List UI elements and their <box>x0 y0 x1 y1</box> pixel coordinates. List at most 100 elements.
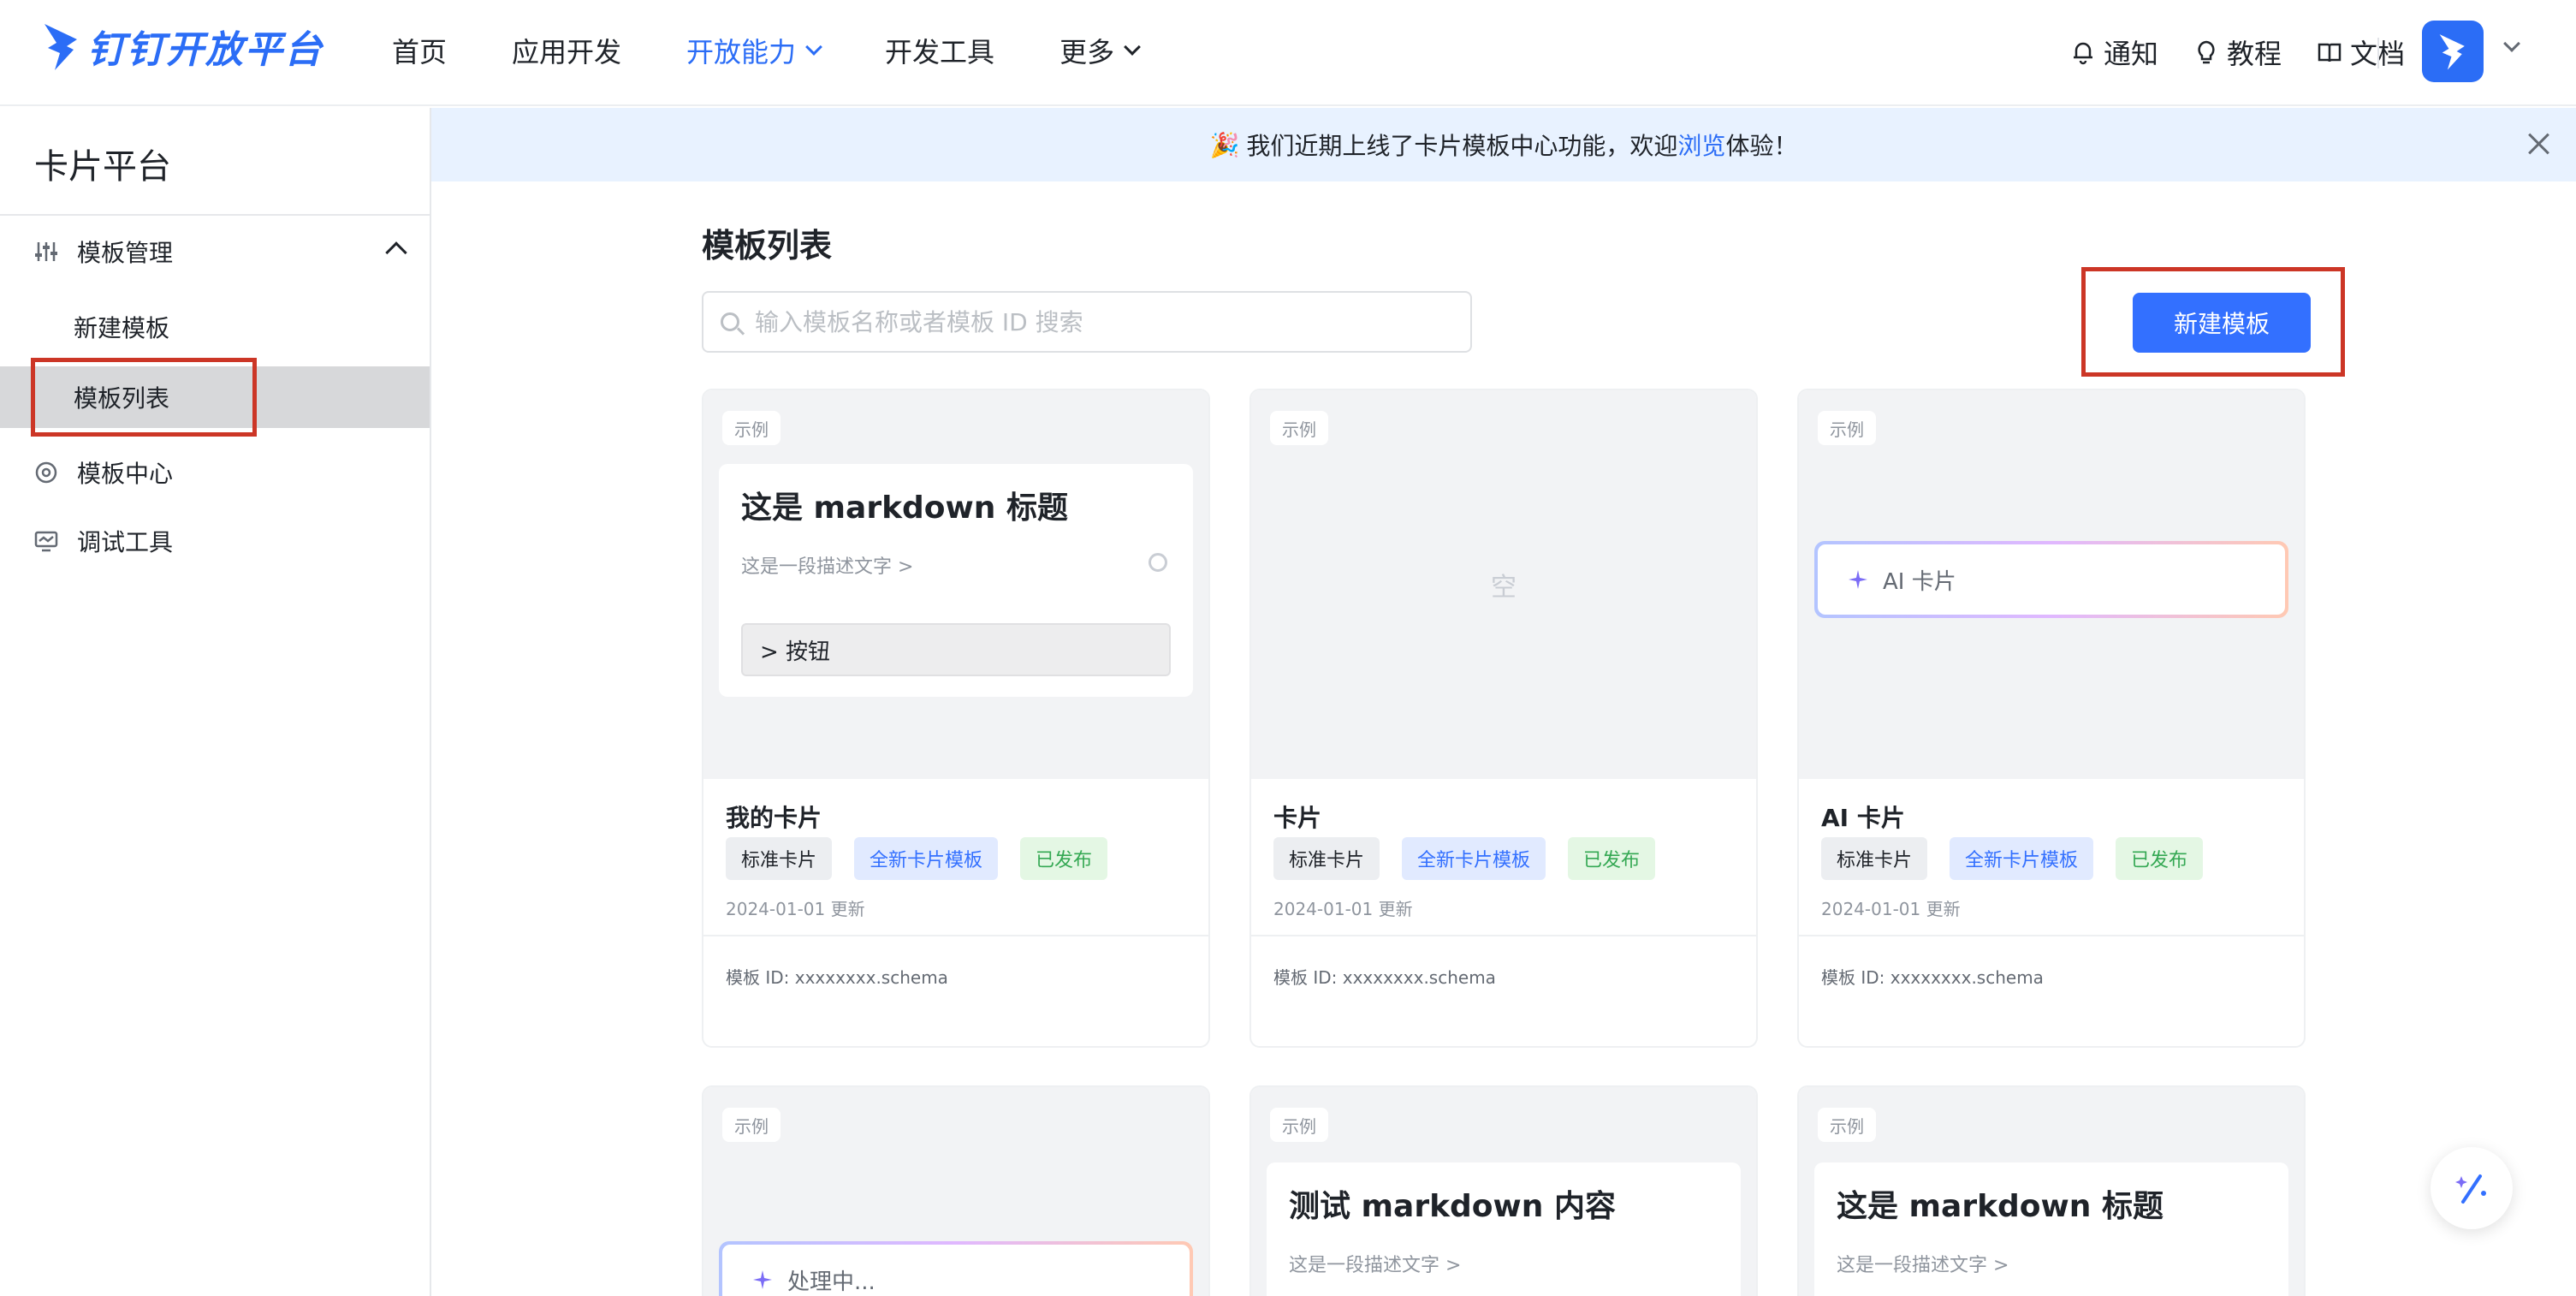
search-box[interactable] <box>702 291 1472 353</box>
preview-title: 测试 markdown 内容 <box>1289 1189 1616 1224</box>
sidebar: 卡片平台 模板管理 新建模板 模板列表 模板中心 调试工具 <box>0 108 431 1296</box>
badge-version: 全新卡片模板 <box>1402 837 1546 880</box>
badge-status: 已发布 <box>2116 837 2204 880</box>
ai-bar-label: 处理中... <box>787 1269 875 1295</box>
card-preview: 示例 空 <box>1251 390 1756 779</box>
sidebar-item-debug-tools[interactable]: 调试工具 <box>0 510 430 572</box>
top-nav-bar: 钉钉开放平台 首页 应用开发 开放能力 开发工具 更多 通知 教程 文档 <box>0 0 2576 106</box>
badge-type: 标准卡片 <box>1273 837 1380 880</box>
sidebar-title: 卡片平台 <box>34 147 171 187</box>
sliders-icon <box>35 242 57 261</box>
card-preview: 示例 处理中... <box>703 1087 1208 1296</box>
preview-subtitle: 这是一段描述文字 > <box>741 556 914 578</box>
card-tag: 示例 <box>1270 411 1328 445</box>
nav-divider <box>2377 38 2379 68</box>
sidebar-item-template-center[interactable]: 模板中心 <box>0 442 430 503</box>
logo[interactable]: 钉钉开放平台 <box>43 19 323 74</box>
preview-title: 这是 markdown 标题 <box>1837 1189 2163 1224</box>
card-tag: 示例 <box>722 411 781 445</box>
monitor-icon <box>34 531 58 552</box>
nav-app-dev[interactable]: 应用开发 <box>512 31 621 70</box>
ai-assistant-button[interactable] <box>2431 1147 2513 1229</box>
nav-app-dev-label: 应用开发 <box>512 36 622 68</box>
template-card[interactable]: 示例 AI 卡片 AI 卡片 标准卡片 全新卡片模板 已发布 2024-01-0… <box>1797 389 2306 1048</box>
badge-version: 全新卡片模板 <box>854 837 999 880</box>
dingtalk-logo-icon <box>45 24 77 70</box>
nav-open-capability[interactable]: 开放能力 <box>686 31 822 70</box>
sidebar-item-label: 调试工具 <box>77 528 174 556</box>
notifications-label: 通知 <box>2103 38 2158 70</box>
card-tag: 示例 <box>722 1108 781 1142</box>
sidebar-item-label: 新建模板 <box>74 314 170 342</box>
magic-wand-icon <box>2455 1174 2486 1204</box>
brand-name: 钉钉开放平台 <box>87 28 323 72</box>
card-name: 卡片 <box>1273 804 1322 832</box>
book-icon <box>2318 43 2342 62</box>
ai-input-bar: AI 卡片 <box>1814 541 2288 618</box>
chevron-up-icon <box>385 241 407 264</box>
card-preview: 示例 这是 markdown 标题 这是一段描述文字 > > 按钮 <box>703 390 1208 779</box>
sidebar-item-template-management[interactable]: 模板管理 <box>0 221 430 282</box>
notifications-link[interactable]: 通知 <box>2069 33 2158 72</box>
card-tag: 示例 <box>1270 1108 1328 1142</box>
chevron-down-icon <box>805 39 822 56</box>
preview-button: > 按钮 <box>741 623 1171 676</box>
template-card[interactable]: 示例 这是 markdown 标题 这是一段描述文字 > <box>1797 1085 2306 1296</box>
template-card[interactable]: 示例 处理中... <box>702 1085 1210 1296</box>
nav-home[interactable]: 首页 <box>392 31 447 70</box>
preview-card-body: 测试 markdown 内容 这是一段描述文字 > <box>1267 1162 1741 1296</box>
ai-input-bar: 处理中... <box>719 1241 1193 1296</box>
nav-open-capability-label: 开放能力 <box>686 36 797 68</box>
sparkle-icon <box>753 1270 772 1289</box>
card-tag: 示例 <box>1818 411 1876 445</box>
badge-status: 已发布 <box>1020 837 1108 880</box>
nav-dev-tools[interactable]: 开发工具 <box>885 31 994 70</box>
card-name: AI 卡片 <box>1821 804 1905 832</box>
banner-text: 我们近期上线了卡片模板中心功能，欢迎 <box>1246 132 1678 160</box>
template-card[interactable]: 示例 测试 markdown 内容 这是一段描述文字 > <box>1249 1085 1758 1296</box>
avatar[interactable] <box>2422 21 2484 82</box>
sidebar-item-label: 模板管理 <box>77 239 174 267</box>
card-name: 我的卡片 <box>726 804 822 832</box>
ai-bar-label: AI 卡片 <box>1883 568 1956 595</box>
sidebar-divider <box>0 214 430 216</box>
tutorials-label: 教程 <box>2226 38 2282 70</box>
docs-link[interactable]: 文档 <box>2316 33 2405 72</box>
card-preview: 示例 这是 markdown 标题 这是一段描述文字 > <box>1799 1087 2304 1296</box>
lightbulb-icon <box>2198 40 2215 64</box>
preview-title: 这是 markdown 标题 <box>741 490 1068 526</box>
badge-status: 已发布 <box>1568 837 1656 880</box>
nav-more-label: 更多 <box>1059 36 1115 68</box>
card-divider <box>1251 935 1756 936</box>
search-input[interactable] <box>755 307 1457 336</box>
card-preview: 示例 测试 markdown 内容 这是一段描述文字 > <box>1251 1087 1756 1296</box>
card-tag: 示例 <box>1818 1108 1876 1142</box>
card-badges: 标准卡片 全新卡片模板 已发布 <box>1273 837 1677 880</box>
tutorials-link[interactable]: 教程 <box>2193 33 2282 72</box>
banner-text-end: 体验！ <box>1725 132 1798 160</box>
highlight-box-template-list <box>31 358 257 437</box>
badge-type: 标准卡片 <box>1821 837 1928 880</box>
template-card[interactable]: 示例 空 卡片 标准卡片 全新卡片模板 已发布 2024-01-01 更新 模板… <box>1249 389 1758 1048</box>
ai-input-bar-inner: 处理中... <box>722 1245 1190 1296</box>
main-nav: 首页 应用开发 开放能力 开发工具 更多 <box>392 31 1203 70</box>
card-updated-time: 2024-01-01 更新 <box>1273 899 1413 919</box>
card-template-id: 模板 ID: xxxxxxxx.schema <box>726 967 948 988</box>
avatar-chevron-down-icon[interactable] <box>2503 35 2520 52</box>
preview-subtitle: 这是一段描述文字 > <box>1289 1255 1462 1276</box>
sidebar-item-label: 模板中心 <box>77 460 174 488</box>
card-divider <box>1799 935 2304 936</box>
bell-icon <box>2073 42 2092 65</box>
card-template-id: 模板 ID: xxxxxxxx.schema <box>1273 967 1496 988</box>
nav-home-label: 首页 <box>392 36 448 68</box>
template-card[interactable]: 示例 这是 markdown 标题 这是一段描述文字 > > 按钮 我的卡片 标… <box>702 389 1210 1048</box>
refresh-icon <box>1149 553 1167 572</box>
nav-more[interactable]: 更多 <box>1059 31 1141 70</box>
search-icon <box>721 312 739 331</box>
sidebar-item-new-template[interactable]: 新建模板 <box>0 296 430 358</box>
close-icon[interactable] <box>2525 130 2552 158</box>
template-center-icon <box>35 461 57 484</box>
dingtalk-avatar-icon <box>2439 34 2465 70</box>
banner-browse-link[interactable]: 浏览 <box>1677 128 1725 162</box>
highlight-box-new-template <box>2081 267 2345 377</box>
